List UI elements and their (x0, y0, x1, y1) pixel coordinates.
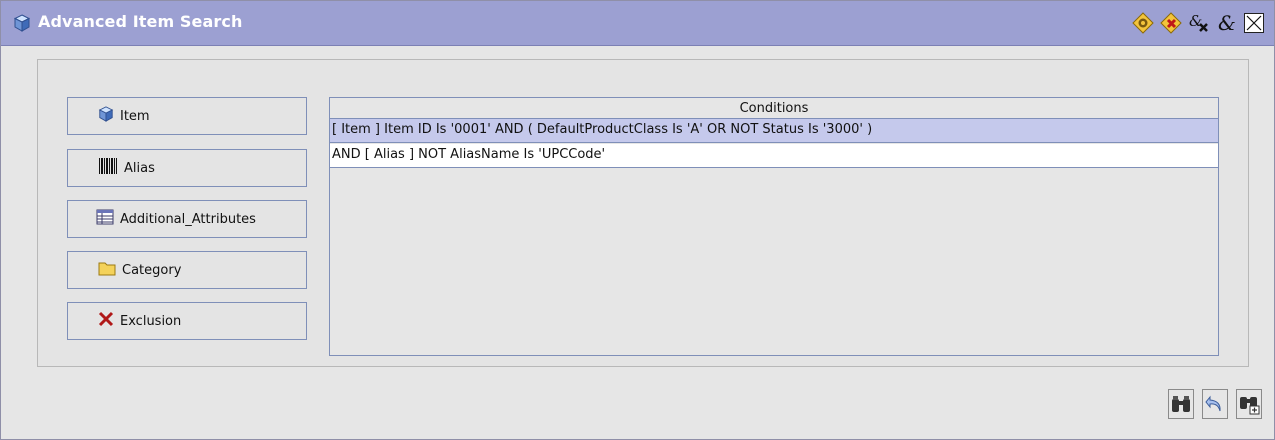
x-icon (98, 311, 114, 331)
bottom-actions (1168, 389, 1262, 419)
additional-attributes-button-label: Additional_Attributes (120, 211, 256, 227)
delete-diamond-icon[interactable] (1160, 12, 1182, 34)
cube-icon (98, 106, 114, 126)
binoculars-icon[interactable] (1168, 389, 1194, 419)
alias-button-label: Alias (124, 160, 155, 176)
condition-row[interactable]: AND [ Alias ] NOT AliasName Is 'UPCCode' (330, 144, 1218, 168)
conditions-table: Conditions [ Item ] Item ID Is '0001' AN… (329, 97, 1219, 356)
close-icon[interactable] (1244, 13, 1264, 33)
undo-icon[interactable] (1202, 389, 1228, 419)
cube-icon (13, 14, 31, 32)
gear-diamond-icon[interactable] (1132, 12, 1154, 34)
title-toolbar: & & (1132, 12, 1264, 34)
alias-button[interactable]: Alias (67, 149, 307, 187)
search-criteria-panel: Item Alias Additional_Attributes Categor… (37, 59, 1249, 367)
binoculars-add-icon[interactable] (1236, 389, 1262, 419)
title-bar: Advanced Item Search & & (1, 1, 1274, 46)
item-button-label: Item (120, 108, 150, 124)
barcode-icon (98, 157, 118, 179)
table-icon (96, 209, 114, 229)
exclusion-button[interactable]: Exclusion (67, 302, 307, 340)
category-button-label: Category (122, 262, 182, 278)
folder-icon (98, 260, 116, 280)
close-group-icon[interactable]: & (1188, 12, 1210, 34)
ampersand-icon[interactable]: & (1216, 12, 1238, 34)
category-button[interactable]: Category (67, 251, 307, 289)
additional-attributes-button[interactable]: Additional_Attributes (67, 200, 307, 238)
item-button[interactable]: Item (67, 97, 307, 135)
window-title: Advanced Item Search (38, 12, 243, 31)
svg-text:&: & (1218, 12, 1236, 34)
advanced-item-search-window: Advanced Item Search & & Item Alias Addi… (0, 0, 1275, 440)
condition-row[interactable]: [ Item ] Item ID Is '0001' AND ( Default… (330, 119, 1218, 143)
svg-text:&: & (1189, 12, 1202, 30)
exclusion-button-label: Exclusion (120, 313, 182, 329)
conditions-header: Conditions (330, 98, 1218, 119)
